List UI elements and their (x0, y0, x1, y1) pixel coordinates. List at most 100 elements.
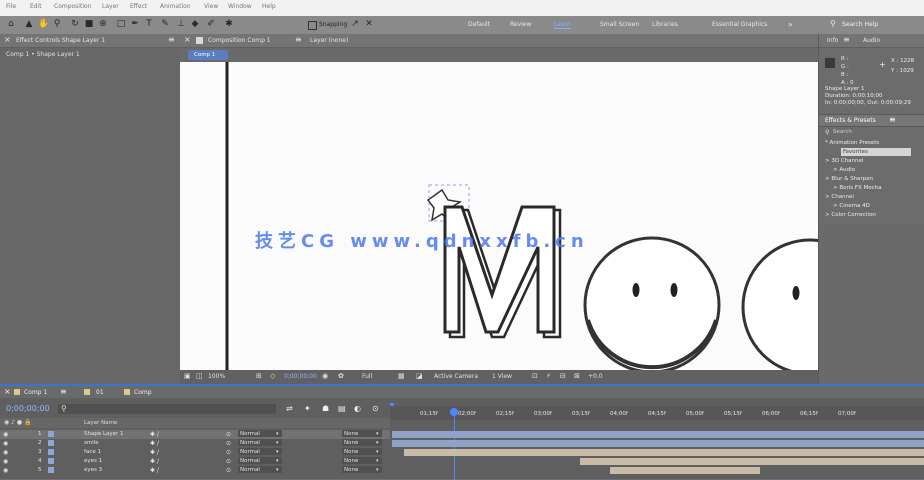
workspace-small-screen[interactable]: Small Screen (600, 21, 639, 28)
menu-item-help[interactable]: Help (262, 3, 276, 10)
layer-tab[interactable]: Layer (none) (310, 37, 348, 44)
tab-audio[interactable]: Audio (863, 37, 880, 44)
eraser-tool-icon[interactable]: ◆ (190, 19, 200, 29)
switches-icon[interactable]: ✱ / (150, 440, 159, 447)
workspace-learn[interactable]: Learn (554, 21, 571, 29)
hand-tool-icon[interactable]: ✋ (38, 19, 49, 29)
layer-row[interactable]: ◉ 4 eyes 1 ✱ / ⊙ Normal ▾ None ▾ (0, 457, 390, 466)
comp-chip[interactable]: Comp 1 (188, 50, 228, 60)
layer-duration-bar[interactable] (404, 449, 924, 456)
menu-item-window[interactable]: Window (228, 3, 252, 10)
close-icon[interactable]: × (4, 387, 11, 396)
rectangle-tool-icon[interactable]: □ (116, 19, 126, 29)
layer-duration-bar[interactable] (392, 431, 924, 438)
home-icon[interactable]: ⌂ (6, 19, 16, 29)
effect-item-channel[interactable]: > Channel (825, 194, 854, 200)
close-icon[interactable]: × (4, 35, 11, 44)
panel-menu-icon[interactable]: ≡ (60, 387, 67, 396)
comp-mini-flowchart-icon[interactable]: ⇌ (286, 404, 293, 413)
always-preview-icon[interactable]: ▣ (184, 372, 191, 380)
frame-blending-icon[interactable]: ▤ (338, 404, 346, 413)
menu-item-file[interactable]: File (6, 3, 16, 10)
active-camera[interactable]: Active Camera (434, 373, 478, 380)
visibility-eye-icon[interactable]: ◉ (3, 467, 8, 474)
timeline-timecode[interactable]: 0;00;00;00 (6, 404, 50, 413)
exposure-value[interactable]: +0.0 (588, 373, 603, 380)
visibility-eye-icon[interactable]: ◉ (3, 458, 8, 465)
channel-icon[interactable]: ✿ (338, 372, 344, 380)
snap-options-icon[interactable]: ✕ (364, 19, 374, 29)
timeline-search-field[interactable]: ⚲ (58, 404, 276, 414)
grid-icon[interactable]: ⊞ (256, 372, 262, 380)
fast-preview-icon[interactable]: ⚡ (546, 372, 551, 380)
search-help-label[interactable]: Search Help (842, 21, 878, 28)
face-1-outline[interactable] (583, 236, 721, 374)
workspace-review[interactable]: Review (510, 21, 531, 28)
menu-item-animation[interactable]: Animation (160, 3, 191, 10)
layer-label-color[interactable] (48, 440, 54, 446)
snapping-checkbox[interactable] (308, 21, 317, 30)
rotate-tool-icon[interactable]: ↻ (70, 19, 80, 29)
flowchart-icon[interactable]: ⊠ (574, 372, 580, 380)
snapshot-icon[interactable]: ◉ (322, 372, 328, 380)
effects-search-field[interactable]: Search (833, 129, 852, 135)
layer-label-color[interactable] (48, 449, 54, 455)
tab-info[interactable]: Info (827, 37, 838, 44)
effect-item-color-correction[interactable]: > Color Correction (825, 212, 876, 218)
layer-name-column[interactable]: Layer Name (84, 420, 117, 426)
roto-brush-icon[interactable]: ✐ (206, 19, 216, 29)
layer-row[interactable]: ◉ 3 face 1 ✱ / ⊙ Normal ▾ None ▾ (0, 448, 390, 457)
layer-duration-bar[interactable] (610, 467, 760, 474)
puppet-tool-icon[interactable]: ✱ (224, 19, 234, 29)
switches-icon[interactable]: ✱ / (150, 458, 159, 465)
menu-item-effect[interactable]: Effect (130, 3, 147, 10)
pan-behind-icon[interactable]: ⊕ (98, 19, 108, 29)
mask-icon[interactable]: ◇ (270, 372, 275, 380)
menu-item-layer[interactable]: Layer (102, 3, 119, 10)
visibility-eye-icon[interactable]: ◉ (3, 449, 8, 456)
workspace-libraries[interactable]: Libraries (652, 21, 678, 28)
panel-menu-icon[interactable]: ≡ (843, 35, 850, 44)
layer-name[interactable]: eyes 3 (84, 467, 102, 473)
pen-tool-icon[interactable]: ✒ (130, 19, 140, 29)
workspace-essential-graphics[interactable]: Essential Graphics (712, 21, 767, 28)
zoom-tool-icon[interactable]: ⚲ (52, 19, 62, 29)
menu-item-view[interactable]: View (204, 3, 218, 10)
3d-view-icon[interactable]: ◪ (416, 372, 423, 380)
toggle-pixel-icon[interactable]: ⊡ (532, 372, 538, 380)
layer-name[interactable]: face 1 (84, 449, 101, 455)
brush-tool-icon[interactable]: ✎ (160, 19, 170, 29)
graph-editor-icon[interactable]: ⊙ (372, 404, 379, 413)
switches-icon[interactable]: ✱ / (150, 431, 159, 438)
hide-shy-icon[interactable]: ☗ (322, 404, 329, 413)
effect-item-favorites[interactable]: Favorites (843, 149, 868, 155)
type-tool-icon[interactable]: T (144, 19, 154, 29)
draft-3d-icon[interactable]: ✦ (304, 404, 311, 413)
panel-menu-icon[interactable]: ≡ (295, 35, 302, 44)
transparency-icon[interactable]: ▦ (398, 372, 405, 380)
menu-item-composition[interactable]: Composition (54, 3, 91, 10)
effect-item-audio[interactable]: > Audio (833, 167, 855, 173)
visibility-eye-icon[interactable]: ◉ (3, 440, 8, 447)
layer-duration-bar[interactable] (392, 440, 924, 447)
switches-icon[interactable]: ✱ / (150, 449, 159, 456)
work-area-start[interactable] (390, 403, 397, 406)
layer-row[interactable]: ◉ 1 Shape Layer 1 ✱ / ⊙ Normal ▾ None ▾ (0, 430, 390, 439)
effect-controls-tab[interactable]: Effect Controls Shape Layer 1 (16, 37, 105, 44)
face-2-outline[interactable] (741, 238, 879, 376)
search-icon[interactable]: ⚲ (830, 19, 836, 28)
snap-icon[interactable]: ↗ (350, 19, 360, 29)
playhead-handle[interactable] (450, 408, 458, 416)
visibility-eye-icon[interactable]: ◉ (3, 431, 8, 438)
timeline-icon[interactable]: ⊟ (560, 372, 566, 380)
effect-item-animation-presets[interactable]: * Animation Presets (825, 140, 879, 146)
close-icon[interactable]: × (184, 35, 191, 44)
effect-item-cinema4d[interactable]: > Cinema 4D (833, 203, 870, 209)
panel-menu-icon[interactable]: ≡ (889, 115, 896, 124)
effects-presets-tab[interactable]: Effects & Presets (825, 117, 876, 124)
layer-row[interactable]: ◉ 5 eyes 3 ✱ / ⊙ Normal ▾ None ▾ (0, 466, 390, 475)
camera-tool-icon[interactable]: ■ (84, 19, 94, 29)
composition-tab[interactable]: Composition Comp 1 (208, 37, 271, 44)
panel-menu-icon[interactable]: ≡ (168, 35, 175, 44)
current-time[interactable]: 0;00;00;00 (284, 373, 317, 380)
